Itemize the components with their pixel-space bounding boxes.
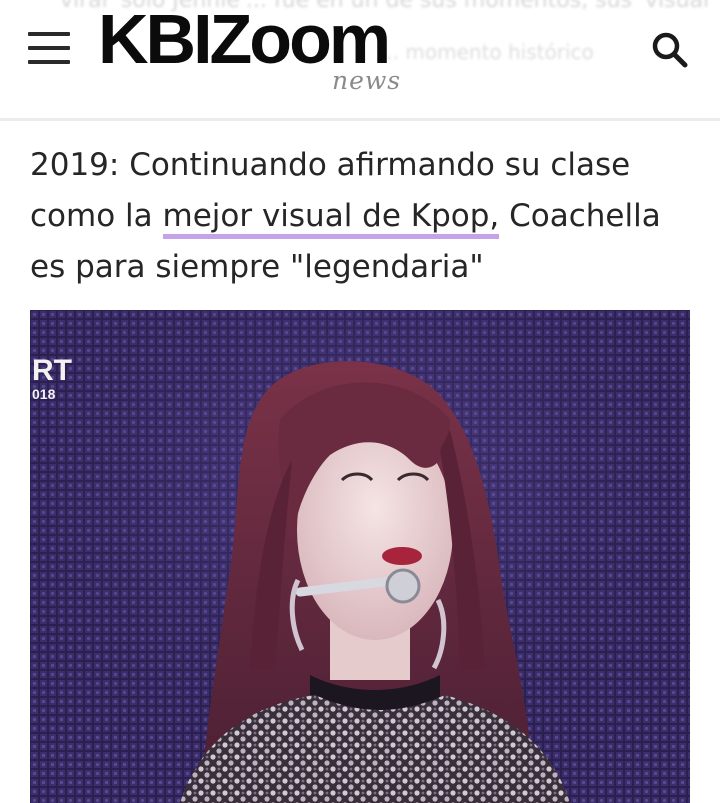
- title-line-2-start: como la: [30, 198, 163, 234]
- title-line-1: 2019: Continuando afirmando su clase: [30, 147, 631, 183]
- broadcast-watermark: RT 018: [32, 354, 72, 403]
- stage-photo: [30, 310, 690, 803]
- article-hero-image[interactable]: RT 018: [30, 310, 690, 803]
- watermark-text: RT: [32, 354, 72, 387]
- title-highlight: mejor visual de Kpop,: [162, 198, 500, 239]
- logo-wordmark: KBIZoom: [98, 0, 391, 78]
- title-line-2-end: Coachella: [499, 198, 661, 234]
- watermark-year: 018: [32, 386, 56, 402]
- hamburger-menu-icon[interactable]: [26, 30, 72, 66]
- logo-subtitle: news: [332, 66, 402, 95]
- header-divider: [0, 118, 720, 121]
- site-header: viral 'solo Jennie'... fue en un de sus …: [0, 0, 720, 118]
- title-line-3: es para siempre "legendaria": [30, 249, 484, 285]
- search-icon[interactable]: [650, 30, 690, 70]
- article-title[interactable]: 2019: Continuando afirmando su clase como…: [30, 140, 700, 293]
- site-logo[interactable]: KBIZoom news: [98, 0, 402, 104]
